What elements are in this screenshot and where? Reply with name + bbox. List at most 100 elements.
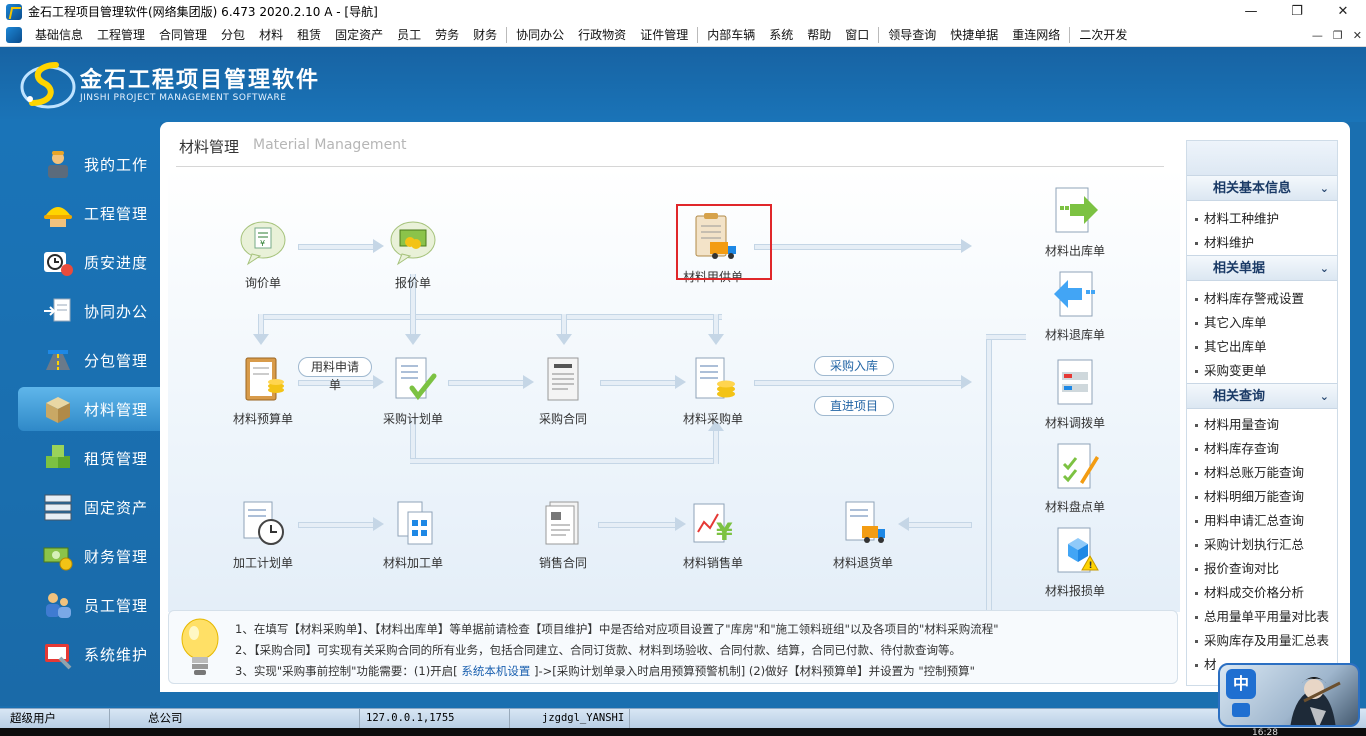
menu-window[interactable]: 窗口 (838, 23, 876, 47)
menu-material[interactable]: 材料 (252, 23, 290, 47)
menu-contract[interactable]: 合同管理 (152, 23, 214, 47)
node-quote[interactable]: 报价单 (368, 218, 458, 291)
menu-fixed-assets[interactable]: 固定资产 (328, 23, 390, 47)
mdi-minimize-button[interactable]: — (1312, 29, 1323, 42)
node-budget[interactable]: 材料预算单 (218, 354, 308, 427)
related-link-label: 材 (1204, 657, 1217, 672)
related-link-quote-compare[interactable]: 报价查询对比 (1187, 557, 1337, 581)
section-basic-info-header[interactable]: 相关基本信息 ⌄ (1187, 175, 1337, 201)
node-return-stock[interactable]: 材料退库单 (1030, 270, 1120, 343)
system-settings-link[interactable]: 系统本机设置 (458, 664, 534, 678)
node-label: 材料出库单 (1044, 244, 1105, 258)
related-link-stock-alert[interactable]: 材料库存警戒设置 (1187, 287, 1337, 311)
node-damage[interactable]: ! 材料报损单 (1030, 526, 1120, 599)
node-label: 材料退货单 (832, 556, 893, 570)
menu-labor[interactable]: 劳务 (428, 23, 466, 47)
related-link-plan-execution[interactable]: 采购计划执行汇总 (1187, 533, 1337, 557)
sidebar-item-assets[interactable]: 固定资产 (18, 485, 160, 529)
flow-connector (713, 314, 719, 336)
floating-avatar-widget[interactable]: 中 (1218, 663, 1360, 727)
section-queries-header[interactable]: 相关查询 ⌄ (1187, 383, 1337, 409)
menu-certificates[interactable]: 证件管理 (633, 23, 695, 47)
node-inventory[interactable]: 材料盘点单 (1030, 442, 1120, 515)
flow-connector (258, 314, 264, 336)
pill-direct-to-project[interactable]: 直进项目 (814, 396, 894, 416)
related-link-material-maintain[interactable]: 材料维护 (1187, 231, 1337, 255)
menu-help[interactable]: 帮助 (800, 23, 838, 47)
node-purchase-contract[interactable]: 采购合同 (518, 354, 608, 427)
related-link-usage-compare[interactable]: 总用量单平用量对比表 (1187, 605, 1337, 629)
pill-material-request[interactable]: 用料申请单 (298, 357, 372, 392)
related-link-usage-query[interactable]: 材料用量查询 (1187, 413, 1337, 437)
node-process-plan[interactable]: 加工计划单 (218, 498, 308, 571)
sidebar-item-subcontract[interactable]: 分包管理 (18, 338, 160, 382)
menu-reconnect[interactable]: 重连网络 (1005, 23, 1067, 47)
status-user: 超级用户 (0, 709, 110, 728)
node-outbound[interactable]: 材料出库单 (1030, 186, 1120, 259)
purchase-coins-icon (695, 357, 735, 399)
menu-vehicles[interactable]: 内部车辆 (700, 23, 762, 47)
menu-basic-info[interactable]: 基础信息 (28, 23, 90, 47)
menu-dev[interactable]: 二次开发 (1072, 23, 1134, 47)
sidebar-item-material[interactable]: 材料管理 (18, 387, 160, 431)
sidebar-item-finance[interactable]: 财务管理 (18, 534, 160, 578)
section-documents-header[interactable]: 相关单据 ⌄ (1187, 255, 1337, 281)
related-link-ledger-query[interactable]: 材料总账万能查询 (1187, 461, 1337, 485)
menu-collab[interactable]: 协同办公 (509, 23, 571, 47)
node-sales-contract[interactable]: 销售合同 (518, 498, 608, 571)
node-inquiry[interactable]: ¥ 询价单 (218, 218, 308, 291)
related-link-label: 材料明细万能查询 (1204, 489, 1305, 504)
node-purchase-order[interactable]: 材料采购单 (668, 354, 758, 427)
sidebar-item-system[interactable]: 系统维护 (18, 632, 160, 676)
node-return-goods[interactable]: 材料退货单 (818, 498, 908, 571)
sidebar-item-lease[interactable]: 租赁管理 (18, 436, 160, 480)
node-purchase-plan[interactable]: 采购计划单 (368, 354, 458, 427)
menu-staff[interactable]: 员工 (390, 23, 428, 47)
mdi-controls: — ❐ ✕ (1312, 23, 1362, 47)
node-label: 材料报损单 (1044, 584, 1105, 598)
mdi-close-button[interactable]: ✕ (1353, 29, 1362, 42)
menu-app-icon[interactable] (6, 26, 22, 43)
clock-icon (44, 252, 73, 276)
sidebar-item-quality[interactable]: 质安进度 (18, 240, 160, 284)
menu-admin-supplies[interactable]: 行政物资 (571, 23, 633, 47)
bullet-icon (1195, 448, 1198, 451)
related-link-price-analysis[interactable]: 材料成交价格分析 (1187, 581, 1337, 605)
related-link-detail-query[interactable]: 材料明细万能查询 (1187, 485, 1337, 509)
related-link-request-summary[interactable]: 用料申请汇总查询 (1187, 509, 1337, 533)
minimize-button[interactable]: — (1228, 0, 1274, 23)
menu-finance[interactable]: 财务 (466, 23, 504, 47)
related-link-label: 材料总账万能查询 (1204, 465, 1305, 480)
related-link-stock-query[interactable]: 材料库存查询 (1187, 437, 1337, 461)
node-label: 材料调拨单 (1044, 416, 1105, 430)
menu-lease[interactable]: 租赁 (290, 23, 328, 47)
node-sales-order[interactable]: ¥ 材料销售单 (668, 498, 758, 571)
mdi-restore-button[interactable]: ❐ (1333, 29, 1343, 42)
sidebar-item-staff[interactable]: 员工管理 (18, 583, 160, 627)
sidebar-item-my-work[interactable]: 我的工作 (18, 142, 160, 186)
sidebar-item-project[interactable]: 工程管理 (18, 191, 160, 235)
pill-purchase-inbound[interactable]: 采购入库 (814, 356, 894, 376)
related-link-other-inbound[interactable]: 其它入库单 (1187, 311, 1337, 335)
character-illustration (1290, 677, 1341, 725)
related-link-purchase-summary[interactable]: 采购库存及用量汇总表 (1187, 629, 1337, 653)
node-label: 材料盘点单 (1044, 500, 1105, 514)
menu-leader-query[interactable]: 领导查询 (881, 23, 943, 47)
node-transfer[interactable]: 材料调拨单 (1030, 358, 1120, 431)
menu-system[interactable]: 系统 (762, 23, 800, 47)
menu-subcontract[interactable]: 分包 (214, 23, 252, 47)
related-link-label: 采购库存及用量汇总表 (1204, 633, 1330, 648)
related-link-purchase-change[interactable]: 采购变更单 (1187, 359, 1337, 383)
menu-quick-docs[interactable]: 快捷单据 (943, 23, 1005, 47)
input-method-badge: 中 (1226, 669, 1256, 699)
close-button[interactable]: ✕ (1320, 0, 1366, 23)
menu-project[interactable]: 工程管理 (90, 23, 152, 47)
sidebar-item-label: 员工管理 (84, 596, 149, 615)
related-link-label: 报价查询对比 (1204, 561, 1280, 576)
sidebar-item-collab[interactable]: 协同办公 (18, 289, 160, 333)
flow-connector (713, 430, 719, 464)
related-link-material-trade[interactable]: 材料工种维护 (1187, 207, 1337, 231)
related-link-other-outbound[interactable]: 其它出库单 (1187, 335, 1337, 359)
node-process-order[interactable]: 材料加工单 (368, 498, 458, 571)
restore-button[interactable]: ❐ (1274, 0, 1320, 23)
